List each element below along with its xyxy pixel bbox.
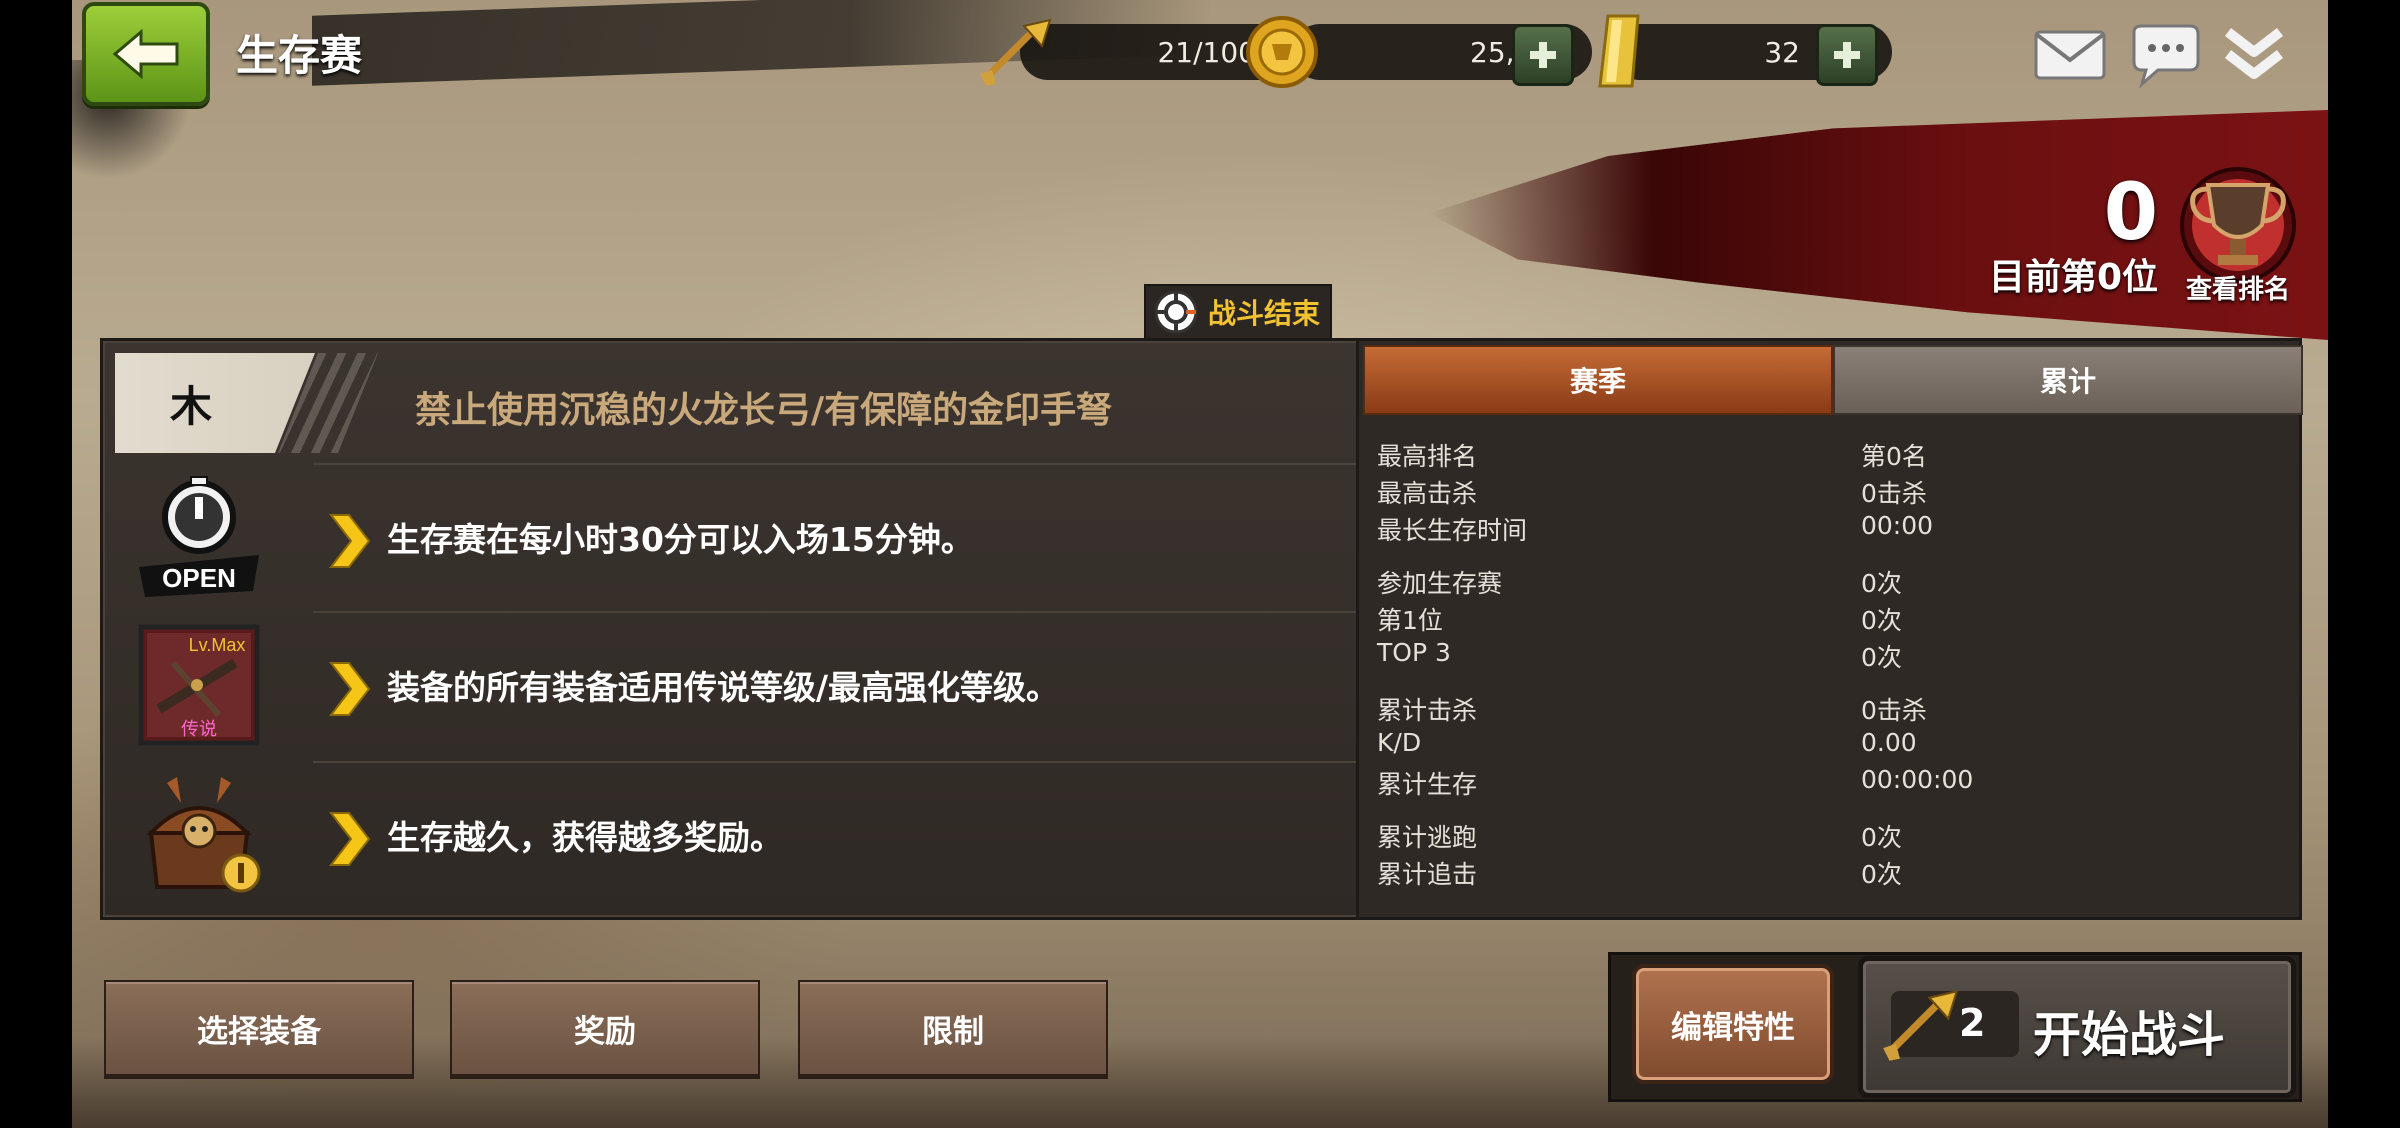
legendary-crossbow-icon: Lv.Max 传说 (138, 624, 260, 746)
stat-label: K/D (1377, 728, 1422, 757)
stat-value: 0击杀 (1861, 479, 1927, 508)
energy-value: 21/100 (1157, 35, 1256, 69)
stat-row: 第1位 0次 (1377, 601, 2277, 638)
chevron-right-icon (328, 812, 371, 866)
add-gold-button[interactable] (1816, 24, 1878, 86)
stat-label: 累计击杀 (1377, 696, 1478, 725)
stat-row: 最高排名 第0名 (1377, 437, 2277, 474)
stat-row: 累计追击 0次 (1377, 855, 2277, 892)
stat-row: 累计逃跑 0次 (1377, 818, 2277, 855)
add-coins-button[interactable] (1512, 24, 1574, 86)
rule-item: OPEN 生存赛在每小时30分可以入场15分钟。 (103, 463, 1403, 611)
open-label: OPEN (162, 563, 236, 593)
rule-text: 生存赛在每小时30分可以入场15分钟。 (387, 520, 974, 559)
select-equipment-button[interactable]: 选择装备 (104, 980, 414, 1076)
battle-status-tag: 战斗结束 (1144, 284, 1332, 340)
gold-value: 32 (1764, 35, 1800, 69)
stat-row: TOP 3 0次 (1377, 638, 2277, 675)
arrow-energy-icon (980, 18, 1052, 86)
restriction-text: 禁止使用沉稳的火龙长弓/有保障的金印手弩 (415, 390, 1113, 431)
rule-item: Lv.Max 传说 装备的所有装备适用传说等级/最高强化等级。 (103, 611, 1403, 759)
rules-panel: 木 禁止使用沉稳的火龙长弓/有保障的金印手弩 OPEN 生存赛在每小时30分可以… (100, 338, 1406, 920)
stat-row: 累计击杀 0击杀 (1377, 691, 2277, 728)
stat-spacer (1377, 802, 2277, 818)
stat-value: 0次 (1861, 569, 1902, 598)
stat-label: 累计生存 (1377, 770, 1478, 799)
stats-panel: 赛季 累计 最高排名 第0名 最高击杀 0击杀 最长生存时间 00:00 参加生存赛 0… (1356, 338, 2303, 920)
gold-bar-icon (1598, 14, 1640, 88)
stat-value: 0次 (1861, 823, 1902, 852)
stat-label: 累计追击 (1377, 860, 1478, 889)
stat-value: 0次 (1861, 606, 1902, 635)
legendary-label: 传说 (181, 719, 217, 740)
stat-value: 0次 (1861, 860, 1902, 889)
view-ranking-button[interactable]: 查看排名 (2178, 165, 2298, 305)
divider (313, 761, 1373, 763)
stat-label: 最长生存时间 (1377, 516, 1528, 545)
page-title: 生存赛 (236, 31, 363, 80)
start-battle-label: 开始战斗 (2033, 1007, 2226, 1063)
rule-text: 装备的所有装备适用传说等级/最高强化等级。 (387, 668, 1060, 707)
stat-row: K/D 0.00 (1377, 728, 2277, 765)
trophy-icon (2180, 167, 2296, 283)
stat-label: 最高击杀 (1377, 479, 1478, 508)
back-button[interactable] (82, 2, 210, 106)
tab-season[interactable]: 赛季 (1363, 345, 1833, 415)
lv-max-label: Lv.Max (189, 635, 246, 655)
coin-icon (1246, 16, 1318, 88)
crosshair-icon (1154, 290, 1198, 334)
start-cost-value: 2 (1959, 1001, 1986, 1045)
chevron-right-icon (328, 514, 371, 568)
plus-icon (1530, 42, 1556, 68)
stat-value: 00:00:00 (1861, 765, 1974, 794)
tab-cumulative[interactable]: 累计 (1833, 345, 2303, 415)
stat-label: TOP 3 (1377, 638, 1451, 667)
stat-label: 累计逃跑 (1377, 823, 1478, 852)
reward-chest-icon (146, 777, 261, 893)
mail-icon[interactable] (2032, 24, 2108, 84)
stat-label: 参加生存赛 (1377, 569, 1503, 598)
arrow-energy-icon (1883, 989, 1959, 1061)
stat-label: 第1位 (1377, 606, 1443, 635)
stats-table: 最高排名 第0名 最高击杀 0击杀 最长生存时间 00:00 参加生存赛 0次 第1位 0… (1377, 437, 2277, 892)
stat-value: 0击杀 (1861, 696, 1927, 725)
open-clock-icon: OPEN (139, 476, 259, 597)
stat-value: 第0名 (1861, 442, 1927, 471)
start-battle-button[interactable]: 2 开始战斗 (1858, 956, 2296, 1098)
stat-value: 0.00 (1861, 728, 1917, 757)
rule-text: 生存越久，获得越多奖励。 (387, 818, 783, 857)
divider (313, 463, 1373, 465)
double-chevron-down-icon[interactable] (2222, 22, 2286, 86)
rule-item: 生存越久，获得越多奖励。 (103, 761, 1403, 909)
chevron-right-icon (328, 662, 371, 716)
stat-row: 参加生存赛 0次 (1377, 564, 2277, 601)
view-ranking-label: 查看排名 (2185, 275, 2290, 305)
game-screen: 生存赛 21/100 25,605 32 (72, 0, 2328, 1128)
stat-spacer (1377, 548, 2277, 564)
rewards-button[interactable]: 奖励 (450, 980, 760, 1076)
stat-row: 最长生存时间 00:00 (1377, 511, 2277, 548)
rank-number: 0 (2103, 168, 2158, 258)
stat-label: 最高排名 (1377, 442, 1478, 471)
arrow-left-icon (112, 28, 179, 80)
rank-label: 目前第0位 (1988, 257, 2158, 298)
stat-spacer (1377, 675, 2277, 691)
edit-traits-button[interactable]: 编辑特性 (1632, 964, 1834, 1084)
stat-value: 00:00 (1861, 511, 1934, 540)
stat-row: 最高击杀 0击杀 (1377, 474, 2277, 511)
plus-icon (1834, 42, 1860, 68)
chat-icon[interactable] (2128, 24, 2204, 88)
stat-row: 累计生存 00:00:00 (1377, 765, 2277, 802)
divider (313, 611, 1373, 613)
stat-value: 0次 (1861, 643, 1902, 672)
element-label: 木 (170, 381, 213, 431)
limits-button[interactable]: 限制 (798, 980, 1108, 1076)
battle-status-text: 战斗结束 (1208, 297, 1321, 330)
